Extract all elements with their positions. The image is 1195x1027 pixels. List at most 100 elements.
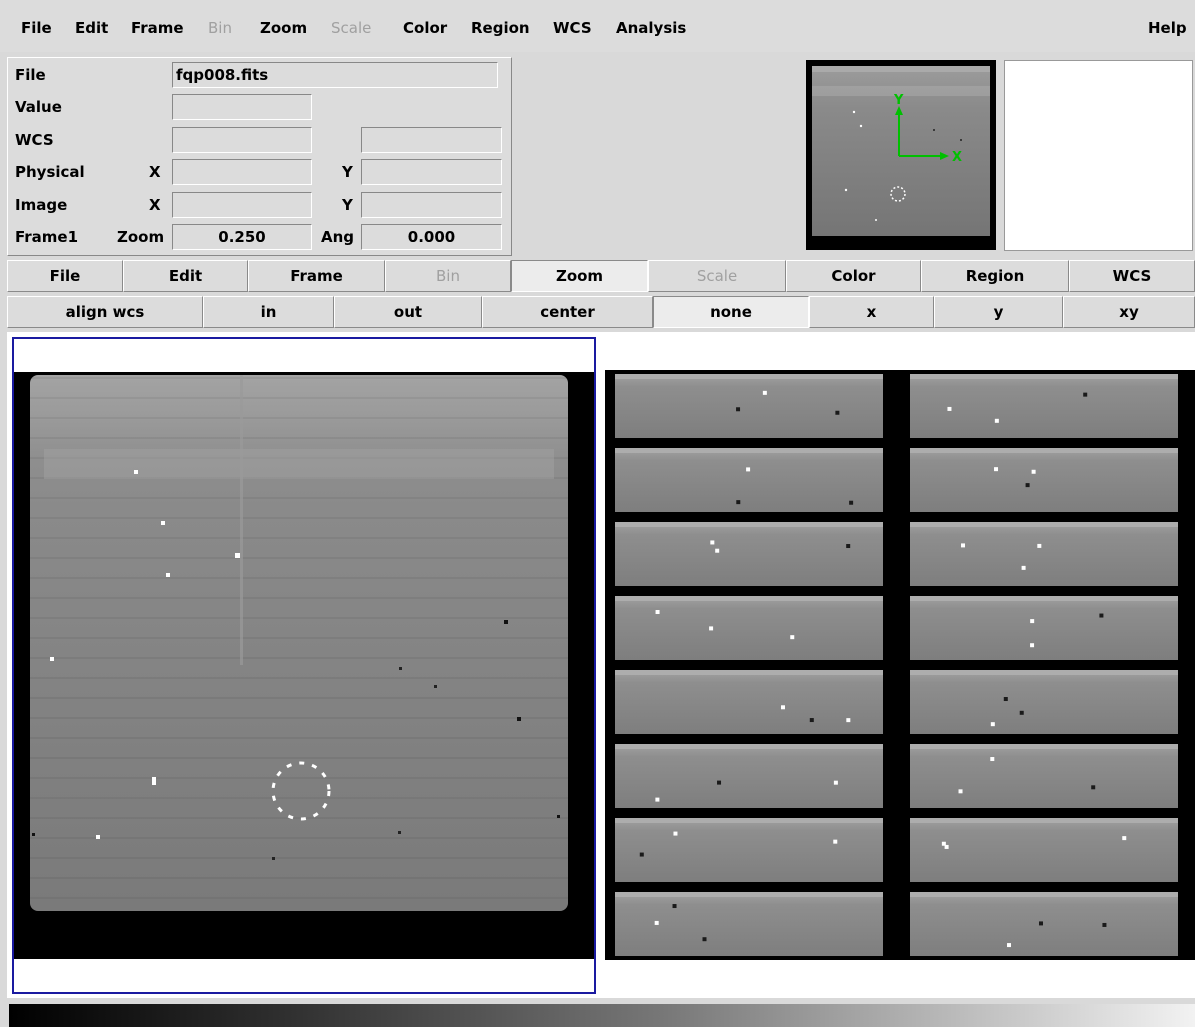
- button-region[interactable]: Region: [921, 260, 1069, 292]
- mosaic-hot-pixel: [994, 418, 999, 423]
- physical-y-label: Y: [342, 163, 353, 181]
- mosaic-hot-pixel: [746, 467, 751, 472]
- mosaic-chip: [910, 596, 1178, 660]
- frame-1-image: [14, 372, 594, 959]
- button-orient-none[interactable]: none: [653, 296, 809, 328]
- button-orient-x[interactable]: x: [809, 296, 934, 328]
- frame-label: Frame1: [15, 228, 79, 246]
- menu-wcs[interactable]: WCS: [553, 17, 592, 39]
- mosaic-chip-band: [910, 670, 1178, 675]
- mosaic-chip: [615, 448, 883, 512]
- magnifier: [1004, 60, 1193, 251]
- mosaic-hot-pixel: [702, 937, 707, 942]
- mosaic-hot-pixel: [1037, 543, 1042, 548]
- menu-bar: File Edit Frame Bin Zoom Scale Color Reg…: [0, 0, 1195, 52]
- image-y-field: [361, 192, 502, 218]
- mosaic-hot-pixel: [835, 410, 840, 415]
- mosaic-hot-pixel: [655, 797, 660, 802]
- mosaic-chip: [615, 744, 883, 808]
- physical-x-field: [172, 159, 312, 185]
- mosaic-hot-pixel: [833, 839, 838, 844]
- button-bin[interactable]: Bin: [385, 260, 511, 292]
- zoom-value-field: 0.250: [172, 224, 312, 250]
- mosaic-chip: [615, 670, 883, 734]
- mosaic-hot-pixel: [1030, 643, 1035, 648]
- menu-color[interactable]: Color: [403, 17, 447, 39]
- colorbar[interactable]: [9, 1004, 1195, 1027]
- frame-2-display[interactable]: [605, 337, 1195, 994]
- menu-edit[interactable]: Edit: [75, 17, 108, 39]
- panner[interactable]: Y X: [806, 60, 996, 250]
- mosaic-chip-band: [615, 744, 883, 749]
- angle-value-field: 0.000: [361, 224, 502, 250]
- frame-1-display[interactable]: [12, 337, 596, 994]
- mosaic-hot-pixel: [1021, 565, 1026, 570]
- mosaic-hot-pixel: [809, 718, 814, 723]
- mosaic-chip-band: [615, 596, 883, 601]
- mosaic-hot-pixel: [655, 610, 660, 615]
- button-edit[interactable]: Edit: [123, 260, 248, 292]
- zoom-label: Zoom: [117, 228, 165, 246]
- mosaic-hot-pixel: [710, 540, 715, 545]
- mosaic-chip-band: [615, 670, 883, 675]
- mosaic-hot-pixel: [736, 407, 741, 412]
- mosaic-hot-pixel: [790, 635, 795, 640]
- button-orient-y[interactable]: y: [934, 296, 1063, 328]
- mosaic-hot-pixel: [1102, 922, 1107, 927]
- mosaic-chip-band: [615, 448, 883, 453]
- mosaic-hot-pixel: [672, 904, 677, 909]
- mosaic-chip: [910, 522, 1178, 586]
- menu-file[interactable]: File: [21, 17, 52, 39]
- mosaic-hot-pixel: [849, 500, 854, 505]
- mosaic-hot-pixel: [736, 500, 741, 505]
- mosaic-hot-pixel: [1025, 483, 1030, 488]
- image-y-label: Y: [342, 196, 353, 214]
- mosaic-hot-pixel: [1003, 697, 1008, 702]
- panner-y-label: Y: [893, 93, 904, 108]
- mosaic-hot-pixel: [715, 548, 720, 553]
- menu-bin[interactable]: Bin: [208, 17, 232, 39]
- menu-region[interactable]: Region: [471, 17, 530, 39]
- button-file[interactable]: File: [7, 260, 123, 292]
- mosaic-chip-band: [615, 818, 883, 823]
- menu-frame[interactable]: Frame: [131, 17, 184, 39]
- mosaic-hot-pixel: [833, 780, 838, 785]
- info-panel: File fqp008.fits Value WCS Physical X Y …: [7, 57, 512, 256]
- mosaic-chip-band: [910, 892, 1178, 897]
- mosaic-hot-pixel: [961, 543, 966, 548]
- mosaic-hot-pixel: [654, 920, 659, 925]
- file-name-field: fqp008.fits: [172, 62, 498, 88]
- physical-y-field: [361, 159, 502, 185]
- physical-x-label: X: [149, 163, 161, 181]
- button-color[interactable]: Color: [786, 260, 921, 292]
- mosaic-chip: [910, 818, 1178, 882]
- button-scale[interactable]: Scale: [648, 260, 786, 292]
- button-wcs[interactable]: WCS: [1069, 260, 1195, 292]
- mosaic-chip: [615, 596, 883, 660]
- mosaic-hot-pixel: [1083, 392, 1088, 397]
- menu-zoom[interactable]: Zoom: [260, 17, 307, 39]
- mosaic-hot-pixel: [1007, 943, 1012, 948]
- button-zoom-in[interactable]: in: [203, 296, 334, 328]
- menu-help[interactable]: Help: [1148, 17, 1187, 39]
- mosaic-chip: [910, 892, 1178, 956]
- mosaic-hot-pixel: [846, 544, 851, 549]
- button-orient-xy[interactable]: xy: [1063, 296, 1195, 328]
- mosaic-chip-band: [910, 448, 1178, 453]
- button-zoom-center[interactable]: center: [482, 296, 653, 328]
- mosaic-hot-pixel: [673, 831, 678, 836]
- mosaic-hot-pixel: [1099, 613, 1104, 618]
- button-zoom-out[interactable]: out: [334, 296, 482, 328]
- button-align-wcs[interactable]: align wcs: [7, 296, 203, 328]
- menu-analysis[interactable]: Analysis: [616, 17, 686, 39]
- mosaic-chip-band: [910, 818, 1178, 823]
- mosaic-chip: [910, 448, 1178, 512]
- wcs-field-1: [172, 127, 312, 153]
- button-zoom[interactable]: Zoom: [511, 260, 648, 292]
- mosaic-chip-band: [615, 522, 883, 527]
- mosaic-hot-pixel: [846, 718, 851, 723]
- mosaic-hot-pixel: [1019, 710, 1024, 715]
- button-frame[interactable]: Frame: [248, 260, 385, 292]
- mosaic-hot-pixel: [944, 844, 949, 849]
- menu-scale[interactable]: Scale: [331, 17, 371, 39]
